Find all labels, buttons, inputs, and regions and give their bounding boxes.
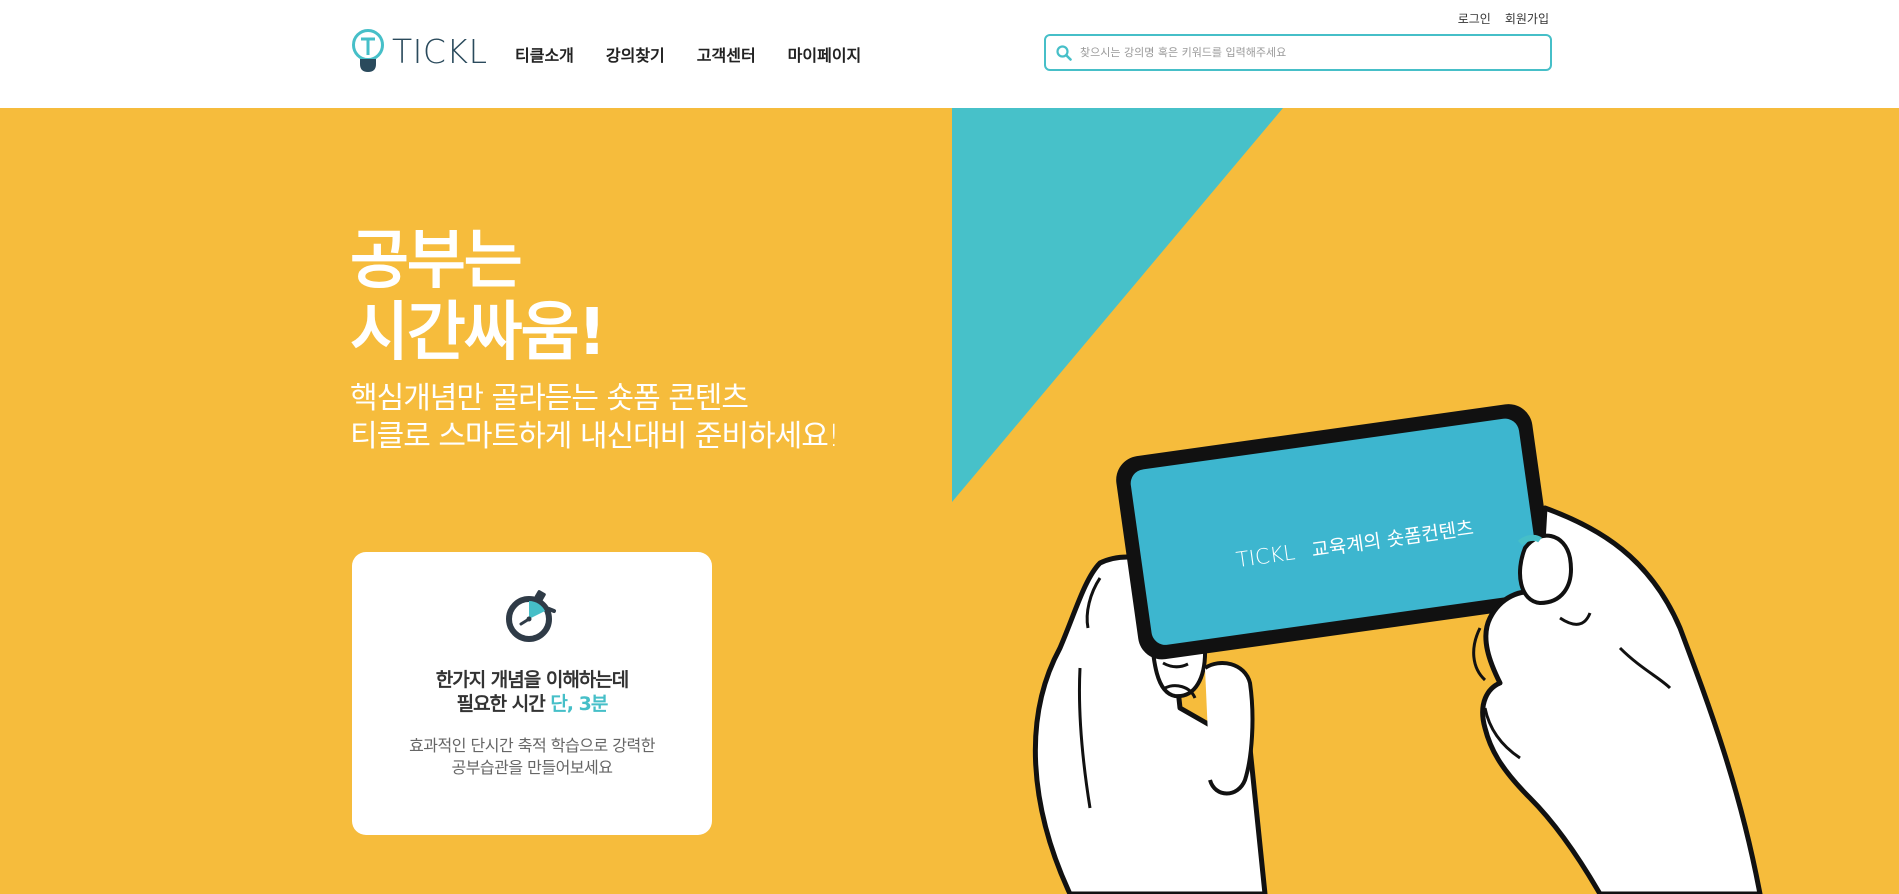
card-title-line1: 한가지 개념을 이해하는데 bbox=[435, 669, 630, 691]
main-nav: 티클소개 강의찾기 고객센터 마이페이지 bbox=[515, 42, 861, 66]
login-link[interactable]: 로그인 bbox=[1458, 10, 1491, 27]
card-desc-line1: 효과적인 단시간 축적 학습으로 강력한 bbox=[409, 736, 655, 755]
feature-card: 한가지 개념을 이해하는데 필요한 시간 단, 3분 효과적인 단시간 축적 학… bbox=[352, 552, 712, 835]
card-title-accent: 단, 3분 bbox=[550, 693, 608, 715]
card-desc-line2: 공부습관을 만들어보세요 bbox=[451, 758, 613, 777]
logo-link[interactable]: TICKL bbox=[350, 28, 487, 74]
utility-links: 로그인 회원가입 bbox=[1458, 10, 1549, 27]
logo-text: TICKL bbox=[392, 31, 488, 71]
search-bar[interactable] bbox=[1044, 34, 1552, 71]
card-title-prefix: 필요한 시간 bbox=[456, 693, 546, 715]
search-icon[interactable] bbox=[1056, 44, 1072, 61]
hero-section: 공부는 시간싸움! 핵심개념만 골라듣는 숏폼 콘텐츠 티클로 스마트하게 내신… bbox=[0, 108, 1899, 894]
signup-link[interactable]: 회원가입 bbox=[1505, 10, 1549, 27]
hands-phone-illustration: TICKL 교육계의 숏폼컨텐츠 bbox=[1032, 404, 1763, 894]
card-title-line2: 필요한 시간 단, 3분 bbox=[352, 692, 712, 716]
nav-item-mypage[interactable]: 마이페이지 bbox=[788, 42, 862, 66]
card-title: 한가지 개념을 이해하는데 필요한 시간 단, 3분 bbox=[352, 668, 712, 716]
lightbulb-logo-icon bbox=[352, 29, 384, 72]
nav-item-find-lecture[interactable]: 강의찾기 bbox=[606, 42, 665, 66]
nav-item-about[interactable]: 티클소개 bbox=[515, 42, 574, 66]
stopwatch-icon bbox=[506, 590, 556, 642]
site-header: TICKL 티클소개 강의찾기 고객센터 마이페이지 로그인 회원가입 bbox=[0, 0, 1899, 108]
search-input[interactable] bbox=[1080, 46, 1520, 59]
card-description: 효과적인 단시간 축적 학습으로 강력한 공부습관을 만들어보세요 bbox=[352, 735, 712, 779]
nav-item-customer-center[interactable]: 고객센터 bbox=[697, 42, 756, 66]
